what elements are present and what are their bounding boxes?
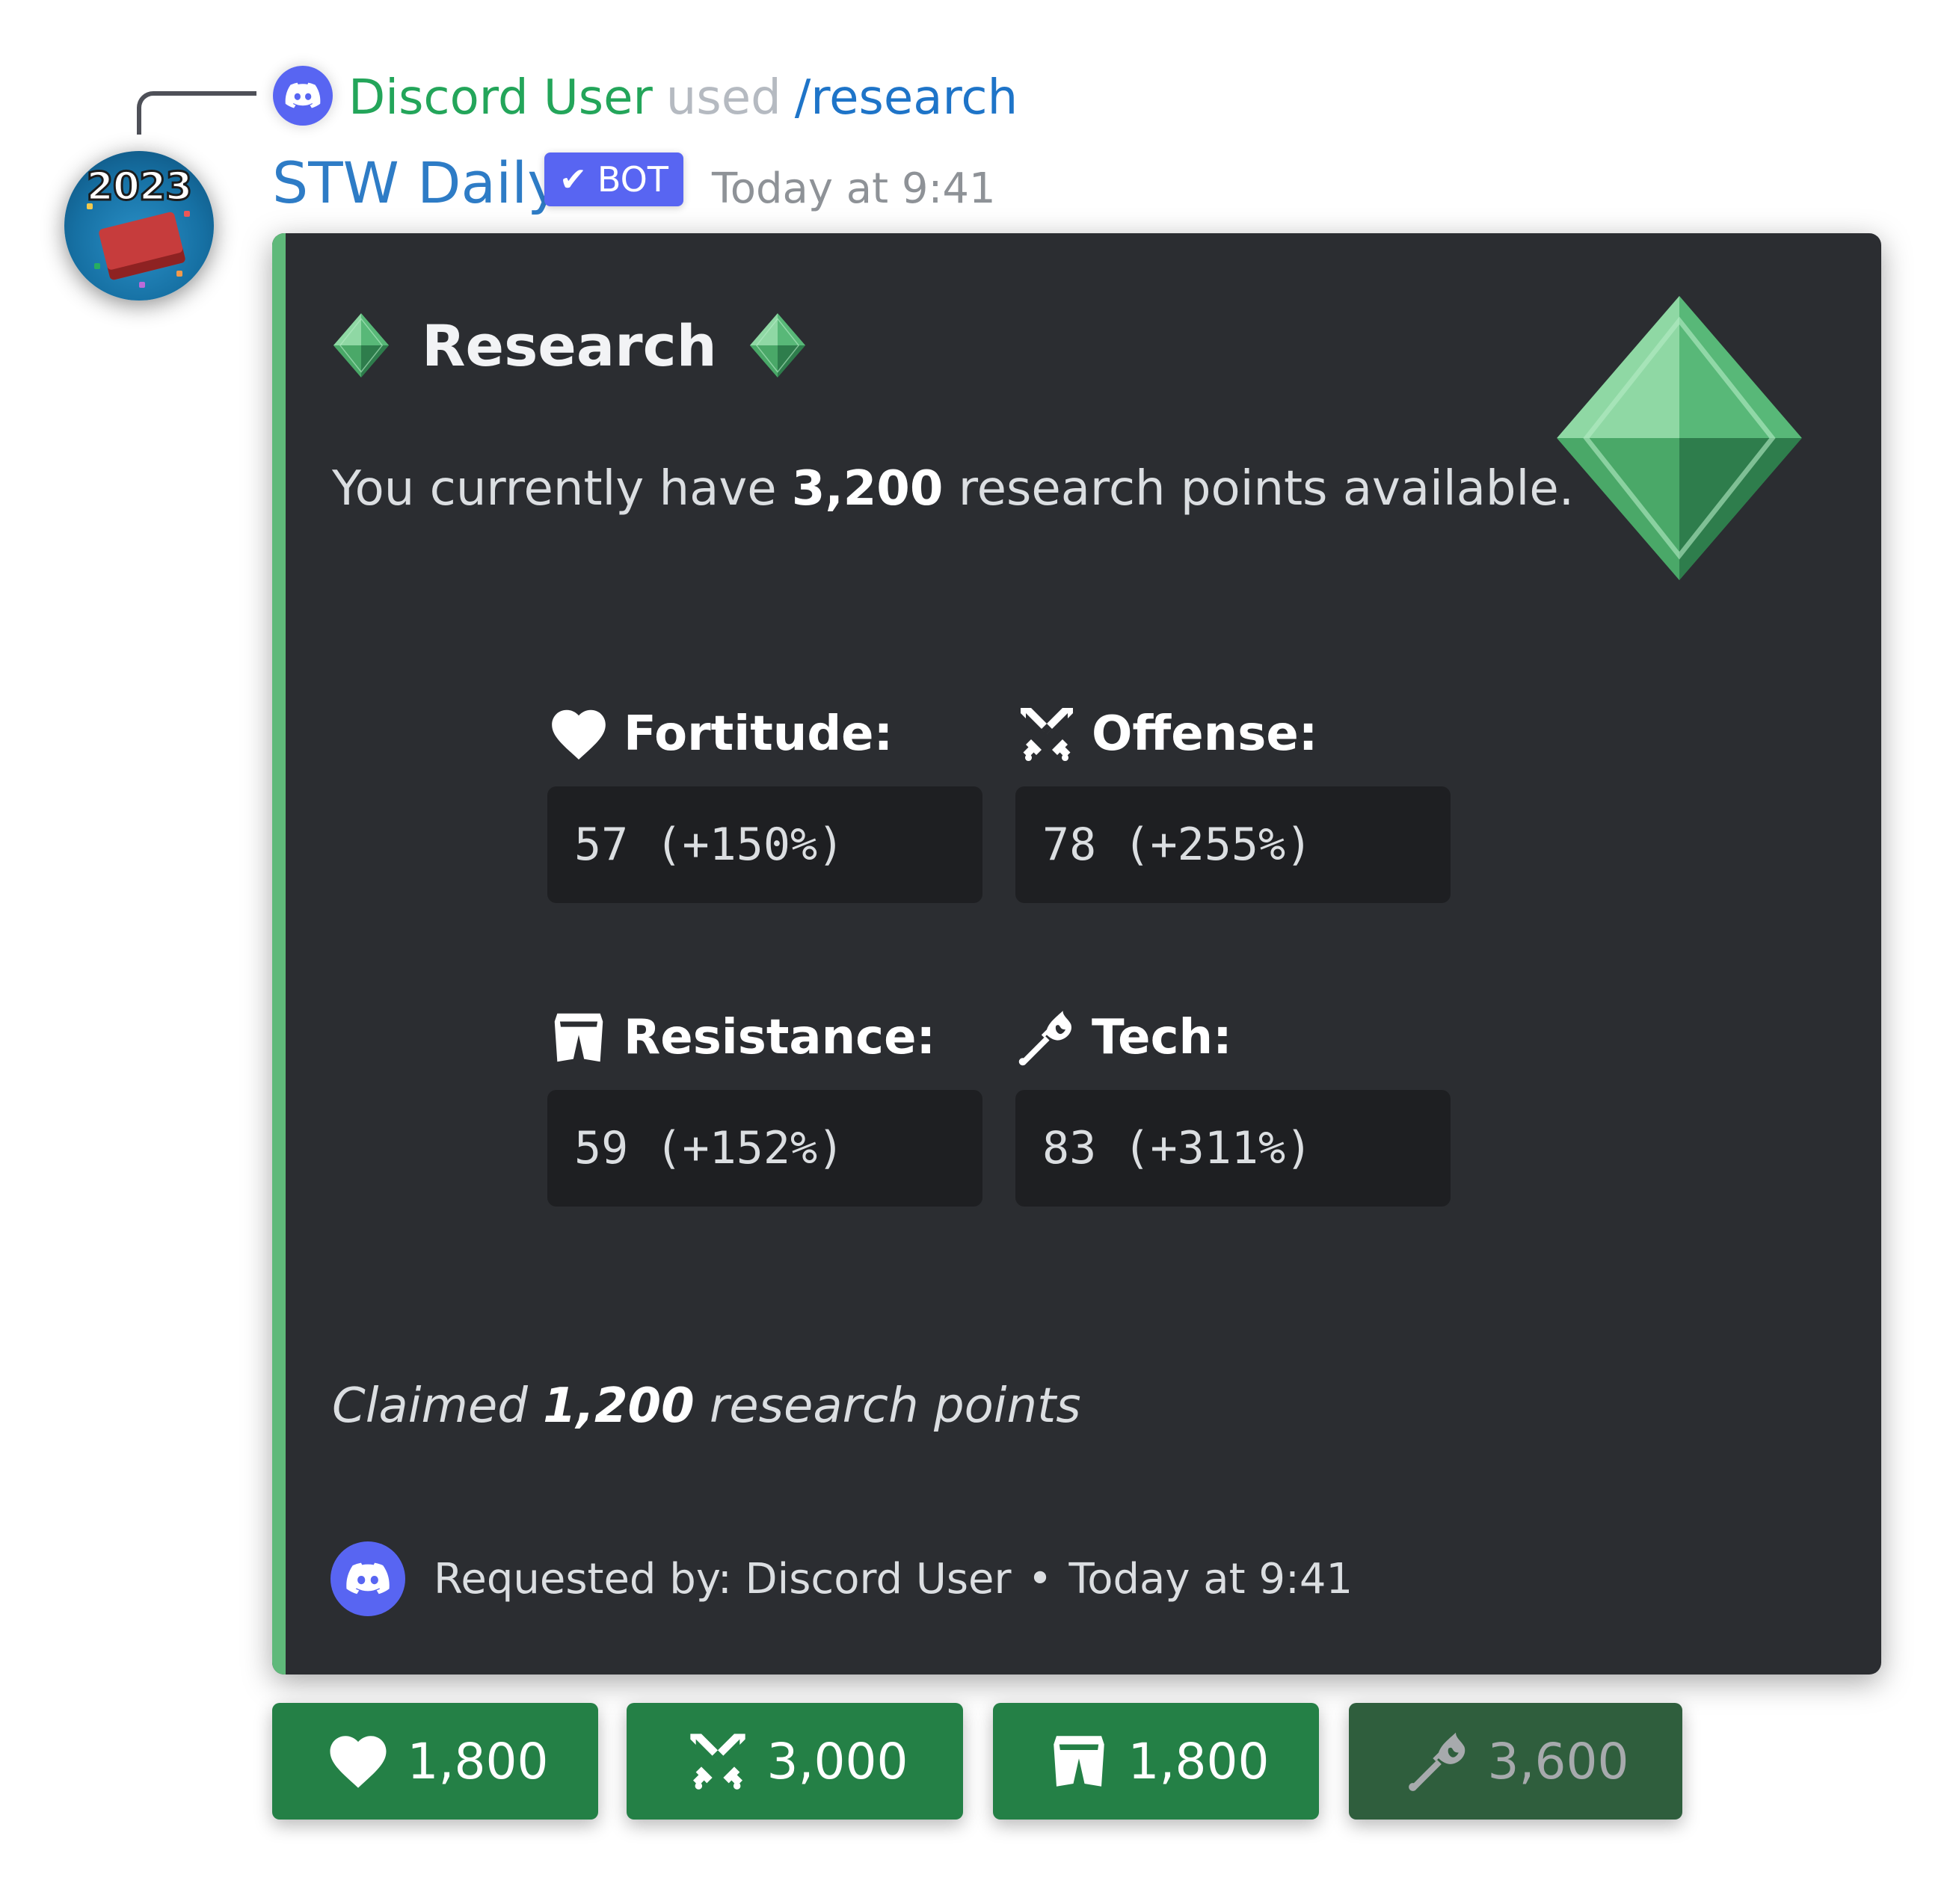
tech-torch-icon bbox=[1403, 1725, 1474, 1797]
field-label-text: Offense: bbox=[1092, 706, 1318, 762]
field-resistance-value: 59 (+152%) bbox=[547, 1090, 982, 1207]
field-tech-label: Tech: bbox=[1012, 1003, 1232, 1072]
field-offense-label: Offense: bbox=[1012, 700, 1317, 768]
reply-command[interactable]: /research bbox=[795, 70, 1018, 126]
claimed-points: 1,200 bbox=[543, 1378, 695, 1434]
footer-requested-by: Requested by: Discord User bbox=[434, 1555, 1012, 1603]
button-label: 3,000 bbox=[766, 1732, 908, 1790]
research-offense-button[interactable]: 3,000 bbox=[627, 1703, 963, 1820]
field-tech-value: 83 (+311%) bbox=[1015, 1090, 1451, 1207]
embed-accent-bar bbox=[272, 233, 286, 1675]
footer-separator: • bbox=[1027, 1555, 1053, 1603]
heart-icon bbox=[322, 1725, 394, 1797]
message-timestamp[interactable]: Today at 9:41 bbox=[712, 164, 996, 213]
field-resistance-label: Resistance: bbox=[544, 1003, 935, 1072]
research-gem-icon bbox=[333, 313, 389, 378]
available-points: 3,200 bbox=[791, 461, 944, 517]
field-label-text: Resistance: bbox=[624, 1010, 936, 1065]
research-gem-thumbnail bbox=[1555, 296, 1803, 580]
footer-discord-icon bbox=[330, 1541, 405, 1616]
bot-badge: ✔ BOT bbox=[544, 152, 683, 206]
field-fortitude-label: Fortitude: bbox=[544, 700, 893, 768]
button-label: 1,800 bbox=[1128, 1732, 1270, 1790]
button-label: 3,600 bbox=[1487, 1732, 1629, 1790]
description-prefix: You currently have bbox=[332, 461, 792, 517]
research-gem-icon bbox=[750, 313, 805, 378]
armor-icon bbox=[1043, 1725, 1115, 1797]
embed-description: You currently have 3,200 research points… bbox=[332, 461, 1574, 517]
reply-username[interactable]: Discord User bbox=[348, 70, 653, 126]
claimed-prefix: Claimed bbox=[332, 1378, 544, 1434]
discord-logo-icon bbox=[344, 1555, 392, 1603]
heart-icon bbox=[544, 700, 613, 768]
field-offense-value: 78 (+255%) bbox=[1015, 786, 1451, 903]
embed-title-row: Research bbox=[333, 301, 805, 390]
embed-footer: Requested by: Discord User • Today at 9:41 bbox=[434, 1555, 1353, 1603]
description-suffix: research points available. bbox=[943, 461, 1575, 517]
research-fortitude-button[interactable]: 1,800 bbox=[272, 1703, 598, 1820]
field-fortitude-value: 57 (+150%) bbox=[547, 786, 982, 903]
crossed-swords-icon bbox=[682, 1725, 754, 1797]
bot-badge-label: BOT bbox=[597, 159, 668, 200]
embed-title: Research bbox=[422, 312, 717, 379]
button-label: 1,800 bbox=[407, 1732, 549, 1790]
bot-avatar[interactable]: 2023 bbox=[64, 151, 214, 301]
research-embed: Research You currently have 3,200 resear… bbox=[272, 233, 1881, 1675]
research-resistance-button[interactable]: 1,800 bbox=[993, 1703, 1319, 1820]
verified-check-icon: ✔ bbox=[559, 160, 587, 199]
research-tech-button[interactable]: 3,600 bbox=[1349, 1703, 1682, 1820]
field-label-text: Fortitude: bbox=[624, 706, 894, 762]
avatar-gift-box bbox=[98, 211, 186, 281]
avatar-year-text: 2023 bbox=[85, 164, 194, 211]
discord-logo-icon bbox=[283, 76, 322, 115]
reply-connector-line bbox=[137, 91, 256, 135]
armor-icon bbox=[544, 1003, 613, 1072]
claimed-suffix: research points bbox=[694, 1378, 1081, 1434]
claimed-points-text: Claimed 1,200 research points bbox=[332, 1378, 1081, 1434]
footer-timestamp: Today at 9:41 bbox=[1068, 1555, 1353, 1603]
reply-reference[interactable]: Discord User used /research bbox=[348, 64, 1018, 132]
reply-user-avatar[interactable] bbox=[273, 66, 333, 126]
bot-username[interactable]: STW Daily bbox=[272, 150, 561, 216]
tech-torch-icon bbox=[1012, 1003, 1081, 1072]
crossed-swords-icon bbox=[1012, 700, 1081, 768]
field-label-text: Tech: bbox=[1092, 1010, 1232, 1065]
reply-used-text: used bbox=[665, 70, 781, 126]
